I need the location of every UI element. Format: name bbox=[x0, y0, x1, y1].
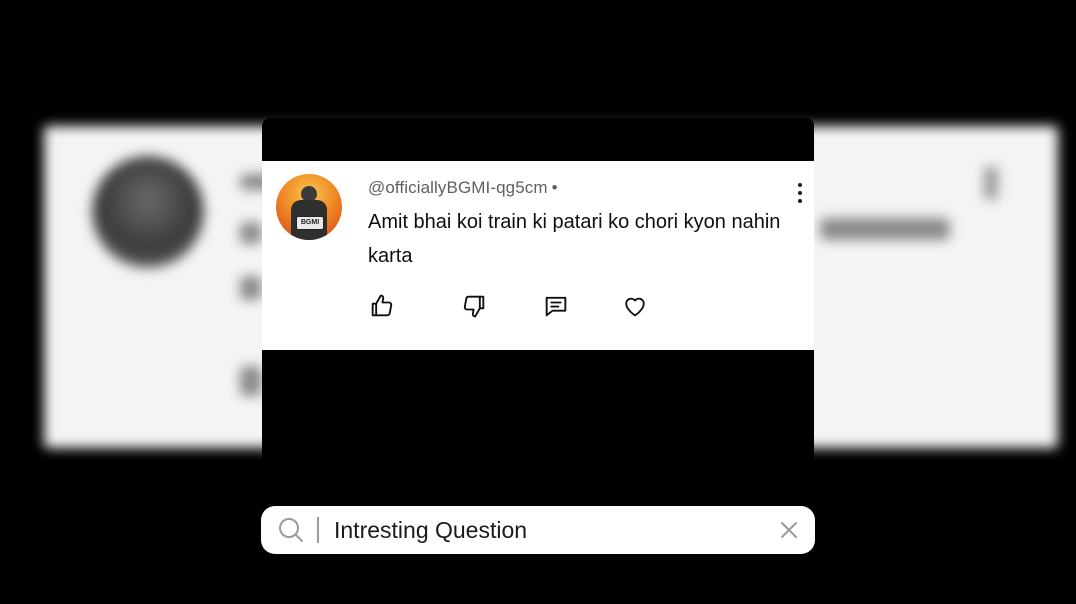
blurred-avatar bbox=[92, 156, 204, 268]
comment-icon[interactable] bbox=[542, 292, 570, 320]
comment-author[interactable]: @officiallyBGMI-qg5cm • bbox=[368, 178, 558, 198]
blurred-text-line bbox=[240, 276, 262, 300]
blurred-text-line bbox=[240, 222, 262, 244]
search-input[interactable] bbox=[334, 516, 754, 544]
author-handle[interactable]: @officiallyBGMI-qg5cm bbox=[368, 178, 548, 197]
avatar-badge: BGMI bbox=[296, 216, 324, 230]
avatar[interactable]: BGMI bbox=[276, 174, 342, 240]
phone-screen: BGMI @officiallyBGMI-qg5cm • Amit bhai ko… bbox=[262, 118, 814, 464]
more-options-icon[interactable] bbox=[792, 181, 808, 207]
search-icon[interactable] bbox=[277, 516, 305, 544]
search-cursor bbox=[317, 517, 319, 543]
blurred-action-icon bbox=[240, 366, 262, 396]
separator-dot: • bbox=[551, 178, 558, 197]
search-bar[interactable] bbox=[261, 506, 815, 554]
blurred-more-icon bbox=[984, 166, 998, 200]
video-frame: BGMI @officiallyBGMI-qg5cm • Amit bhai ko… bbox=[0, 0, 1076, 604]
comment-card: BGMI @officiallyBGMI-qg5cm • Amit bhai ko… bbox=[262, 161, 814, 350]
thumbs-up-icon[interactable] bbox=[368, 292, 396, 320]
comment-text: Amit bhai koi train ki patari ko chori k… bbox=[368, 211, 781, 267]
thumbs-down-icon[interactable] bbox=[460, 292, 488, 320]
blurred-text-line bbox=[820, 218, 950, 240]
heart-icon[interactable] bbox=[621, 292, 649, 320]
close-icon[interactable] bbox=[777, 518, 801, 542]
